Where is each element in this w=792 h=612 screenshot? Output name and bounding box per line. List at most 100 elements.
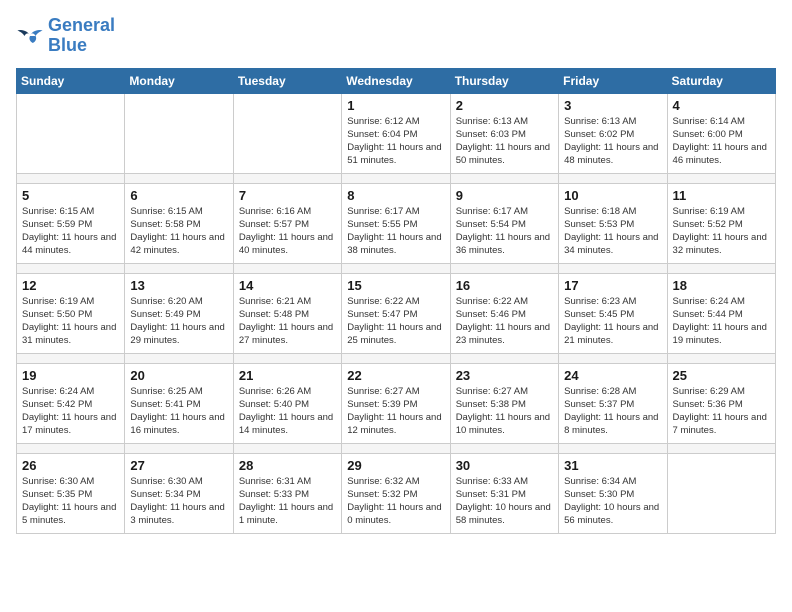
page-header: General Blue <box>16 16 776 56</box>
day-info: Sunrise: 6:16 AM Sunset: 5:57 PM Dayligh… <box>239 205 336 258</box>
calendar-header-row: SundayMondayTuesdayWednesdayThursdayFrid… <box>17 68 776 93</box>
calendar-cell: 3 Sunrise: 6:13 AM Sunset: 6:02 PM Daylig… <box>559 93 667 173</box>
day-info: Sunrise: 6:25 AM Sunset: 5:41 PM Dayligh… <box>130 385 227 438</box>
day-info: Sunrise: 6:17 AM Sunset: 5:55 PM Dayligh… <box>347 205 444 258</box>
calendar-cell: 23Sunrise: 6:27 AM Sunset: 5:38 PM Dayli… <box>450 363 558 443</box>
day-info: Sunrise: 6:13 AM Sunset: 6:02 PM Dayligh… <box>564 115 661 168</box>
day-number: 29 <box>347 458 444 473</box>
calendar-cell: 1Sunrise: 6:12 AM Sunset: 6:04 PM Daylig… <box>342 93 450 173</box>
day-info: Sunrise: 6:30 AM Sunset: 5:35 PM Dayligh… <box>22 475 119 528</box>
day-info: Sunrise: 6:32 AM Sunset: 5:32 PM Dayligh… <box>347 475 444 528</box>
separator-cell <box>125 173 233 183</box>
logo-text: General Blue <box>48 16 115 56</box>
calendar-cell <box>17 93 125 173</box>
day-info: Sunrise: 6:17 AM Sunset: 5:54 PM Dayligh… <box>456 205 553 258</box>
day-number: 3 <box>564 98 661 113</box>
separator-cell <box>342 173 450 183</box>
calendar-week-row-4: 19Sunrise: 6:24 AM Sunset: 5:42 PM Dayli… <box>17 363 776 443</box>
day-info: Sunrise: 6:13 AM Sunset: 6:03 PM Dayligh… <box>456 115 553 168</box>
separator-cell <box>17 353 125 363</box>
day-number: 7 <box>239 188 336 203</box>
day-number: 11 <box>673 188 770 203</box>
calendar-cell: 25Sunrise: 6:29 AM Sunset: 5:36 PM Dayli… <box>667 363 775 443</box>
separator-cell <box>125 353 233 363</box>
day-info: Sunrise: 6:12 AM Sunset: 6:04 PM Dayligh… <box>347 115 444 168</box>
day-number: 13 <box>130 278 227 293</box>
calendar-cell: 19Sunrise: 6:24 AM Sunset: 5:42 PM Dayli… <box>17 363 125 443</box>
day-number: 12 <box>22 278 119 293</box>
separator-cell <box>17 263 125 273</box>
day-number: 4 <box>673 98 770 113</box>
day-number: 30 <box>456 458 553 473</box>
separator-cell <box>125 443 233 453</box>
separator-cell <box>559 353 667 363</box>
day-info: Sunrise: 6:21 AM Sunset: 5:48 PM Dayligh… <box>239 295 336 348</box>
separator-cell <box>559 173 667 183</box>
calendar-cell <box>125 93 233 173</box>
day-number: 23 <box>456 368 553 383</box>
calendar-weekday-wednesday: Wednesday <box>342 68 450 93</box>
calendar-cell: 22Sunrise: 6:27 AM Sunset: 5:39 PM Dayli… <box>342 363 450 443</box>
day-number: 20 <box>130 368 227 383</box>
calendar-cell: 14Sunrise: 6:21 AM Sunset: 5:48 PM Dayli… <box>233 273 341 353</box>
calendar-weekday-sunday: Sunday <box>17 68 125 93</box>
day-info: Sunrise: 6:28 AM Sunset: 5:37 PM Dayligh… <box>564 385 661 438</box>
calendar-cell: 28Sunrise: 6:31 AM Sunset: 5:33 PM Dayli… <box>233 453 341 533</box>
day-number: 6 <box>130 188 227 203</box>
separator-cell <box>450 263 558 273</box>
day-info: Sunrise: 6:22 AM Sunset: 5:46 PM Dayligh… <box>456 295 553 348</box>
calendar-cell: 7 Sunrise: 6:16 AM Sunset: 5:57 PM Daylig… <box>233 183 341 263</box>
day-info: Sunrise: 6:22 AM Sunset: 5:47 PM Dayligh… <box>347 295 444 348</box>
day-number: 2 <box>456 98 553 113</box>
separator-cell <box>667 353 775 363</box>
calendar-weekday-monday: Monday <box>125 68 233 93</box>
day-number: 27 <box>130 458 227 473</box>
calendar-cell: 27 Sunrise: 6:30 AM Sunset: 5:34 PM Dayli… <box>125 453 233 533</box>
separator-cell <box>125 263 233 273</box>
calendar-cell: 11 Sunrise: 6:19 AM Sunset: 5:52 PM Dayli… <box>667 183 775 263</box>
day-info: Sunrise: 6:24 AM Sunset: 5:44 PM Dayligh… <box>673 295 770 348</box>
day-info: Sunrise: 6:31 AM Sunset: 5:33 PM Dayligh… <box>239 475 336 528</box>
day-info: Sunrise: 6:15 AM Sunset: 5:59 PM Dayligh… <box>22 205 119 258</box>
day-number: 19 <box>22 368 119 383</box>
calendar-cell: 8Sunrise: 6:17 AM Sunset: 5:55 PM Daylig… <box>342 183 450 263</box>
separator-cell <box>559 263 667 273</box>
calendar-cell <box>233 93 341 173</box>
logo: General Blue <box>16 16 115 56</box>
day-info: Sunrise: 6:34 AM Sunset: 5:30 PM Dayligh… <box>564 475 661 528</box>
calendar-cell: 29 Sunrise: 6:32 AM Sunset: 5:32 PM Dayli… <box>342 453 450 533</box>
calendar-cell: 13 Sunrise: 6:20 AM Sunset: 5:49 PM Dayli… <box>125 273 233 353</box>
separator-cell <box>233 263 341 273</box>
calendar-separator-row <box>17 263 776 273</box>
day-number: 5 <box>22 188 119 203</box>
day-info: Sunrise: 6:33 AM Sunset: 5:31 PM Dayligh… <box>456 475 553 528</box>
calendar-cell: 31Sunrise: 6:34 AM Sunset: 5:30 PM Dayli… <box>559 453 667 533</box>
calendar-weekday-tuesday: Tuesday <box>233 68 341 93</box>
day-info: Sunrise: 6:19 AM Sunset: 5:50 PM Dayligh… <box>22 295 119 348</box>
separator-cell <box>667 263 775 273</box>
day-info: Sunrise: 6:18 AM Sunset: 5:53 PM Dayligh… <box>564 205 661 258</box>
calendar-cell: 18Sunrise: 6:24 AM Sunset: 5:44 PM Dayli… <box>667 273 775 353</box>
separator-cell <box>342 353 450 363</box>
calendar-weekday-thursday: Thursday <box>450 68 558 93</box>
day-number: 24 <box>564 368 661 383</box>
separator-cell <box>667 173 775 183</box>
day-info: Sunrise: 6:20 AM Sunset: 5:49 PM Dayligh… <box>130 295 227 348</box>
separator-cell <box>233 353 341 363</box>
day-info: Sunrise: 6:29 AM Sunset: 5:36 PM Dayligh… <box>673 385 770 438</box>
calendar-weekday-saturday: Saturday <box>667 68 775 93</box>
calendar-cell: 20 Sunrise: 6:25 AM Sunset: 5:41 PM Dayli… <box>125 363 233 443</box>
separator-cell <box>17 173 125 183</box>
separator-cell <box>450 353 558 363</box>
day-number: 22 <box>347 368 444 383</box>
calendar-cell: 4Sunrise: 6:14 AM Sunset: 6:00 PM Daylig… <box>667 93 775 173</box>
calendar-cell: 21Sunrise: 6:26 AM Sunset: 5:40 PM Dayli… <box>233 363 341 443</box>
day-info: Sunrise: 6:15 AM Sunset: 5:58 PM Dayligh… <box>130 205 227 258</box>
day-info: Sunrise: 6:19 AM Sunset: 5:52 PM Dayligh… <box>673 205 770 258</box>
calendar-cell: 9Sunrise: 6:17 AM Sunset: 5:54 PM Daylig… <box>450 183 558 263</box>
day-info: Sunrise: 6:30 AM Sunset: 5:34 PM Dayligh… <box>130 475 227 528</box>
calendar-week-row-1: 1Sunrise: 6:12 AM Sunset: 6:04 PM Daylig… <box>17 93 776 173</box>
separator-cell <box>342 443 450 453</box>
calendar-cell: 26Sunrise: 6:30 AM Sunset: 5:35 PM Dayli… <box>17 453 125 533</box>
separator-cell <box>342 263 450 273</box>
